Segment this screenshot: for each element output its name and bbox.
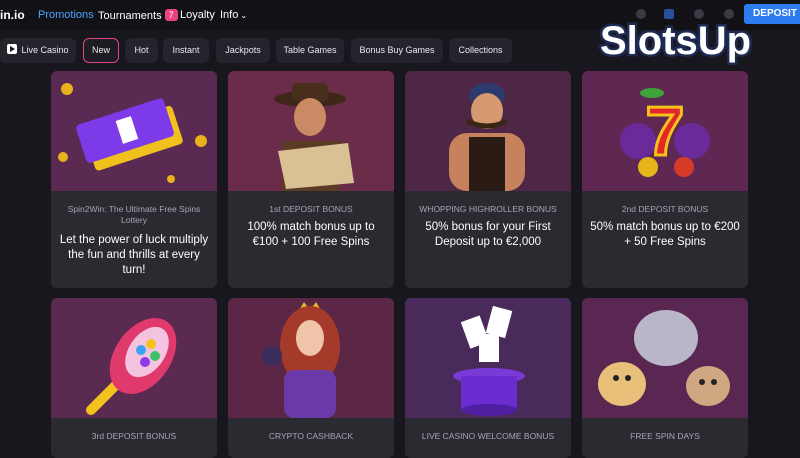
filter-live-casino-label: Live Casino (21, 45, 69, 55)
promo-subtitle: CRYPTO CASHBACK (268, 431, 354, 441)
dogs-art (582, 298, 748, 418)
nav-tournaments-label: Tournaments (98, 10, 162, 22)
adventurer-map-art (228, 71, 394, 191)
nav-info[interactable]: Info ⌄ (220, 9, 247, 21)
promo-card[interactable]: 3rd DEPOSIT BONUS (51, 298, 217, 458)
golden-tickets-art (51, 71, 217, 191)
filter-hot[interactable]: Hot (125, 38, 158, 63)
tournaments-count-badge: 7 (164, 9, 178, 21)
promo-subtitle: 1st DEPOSIT BONUS (269, 204, 353, 214)
promo-subtitle: LIVE CASINO WELCOME BONUS (421, 431, 555, 441)
lucky-seven-art: 7 (582, 71, 748, 191)
nav-info-label: Info (220, 9, 239, 21)
filter-new[interactable]: New (83, 38, 119, 63)
strongman-art (405, 71, 571, 191)
filter-table-games[interactable]: Table Games (276, 38, 344, 63)
nav-promotions[interactable]: Promotions (38, 9, 94, 21)
promo-title: Let the power of luck multiply the fun a… (59, 234, 209, 276)
promo-subtitle: WHOPPING HIGHROLLER BONUS (419, 204, 557, 214)
filter-bonus-buy-games[interactable]: Bonus Buy Games (351, 38, 443, 63)
filter-jackpots[interactable]: Jackpots (216, 38, 270, 63)
filter-instant[interactable]: Instant (163, 38, 209, 63)
promo-card[interactable]: WHOPPING HIGHROLLER BONUS 50% bonus for … (405, 71, 571, 288)
filter-collections[interactable]: Collections (449, 38, 512, 63)
slotsup-watermark: SlotsUp (598, 17, 754, 66)
watermark-text: SlotsUp (600, 19, 751, 63)
promo-card[interactable]: Spin2Win: The Ultimate Free Spins Lotter… (51, 71, 217, 288)
promo-subtitle: Spin2Win: The Ultimate Free Spins Lotter… (67, 204, 201, 225)
promo-subtitle: 3rd DEPOSIT BONUS (91, 431, 177, 441)
magic-hat-cards-art (405, 298, 571, 418)
filter-live-casino[interactable]: Live Casino (0, 38, 76, 63)
promo-subtitle: 2nd DEPOSIT BONUS (621, 204, 709, 214)
promo-card[interactable]: LIVE CASINO WELCOME BONUS (405, 298, 571, 458)
queen-art (228, 298, 394, 418)
gumball-rocket-art (51, 298, 217, 418)
promo-title: 100% match bonus up to €100 + 100 Free S… (247, 221, 375, 248)
chevron-down-icon: ⌄ (240, 11, 248, 20)
promo-card[interactable]: 7 2nd DEPOSIT BONUS 50% match bonus up t… (582, 71, 748, 288)
nav-tournaments[interactable]: Tournaments 7 (98, 9, 178, 22)
play-icon (7, 44, 18, 54)
site-logo[interactable]: in.io (0, 8, 25, 22)
promo-card[interactable]: 1st DEPOSIT BONUS 100% match bonus up to… (228, 71, 394, 288)
promo-card[interactable]: FREE SPIN DAYS (582, 298, 748, 458)
promo-title: 50% match bonus up to €200 + 50 Free Spi… (590, 221, 740, 248)
promo-card[interactable]: CRYPTO CASHBACK (228, 298, 394, 458)
promo-title: 50% bonus for your First Deposit up to €… (425, 221, 551, 248)
nav-loyalty[interactable]: Loyalty (180, 9, 215, 21)
promo-subtitle: FREE SPIN DAYS (630, 431, 700, 441)
svg-text:7: 7 (646, 92, 685, 170)
